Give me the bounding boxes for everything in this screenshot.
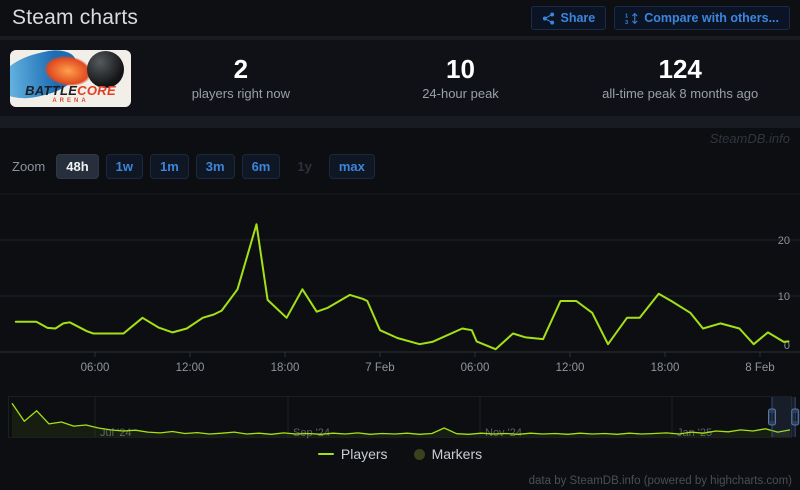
compare-button[interactable]: 1 3 Compare with others... [614,6,790,30]
legend-label: Markers [431,446,483,462]
steamdb-watermark: SteamDB.info [709,131,790,146]
players-line-swatch [317,453,334,455]
stat-value: 124 [658,54,702,85]
zoom-button-3m[interactable]: 3m [195,154,235,179]
share-button[interactable]: Share [530,6,607,30]
legend-label: Players [340,446,388,462]
zoom-button-max[interactable]: max [328,154,375,179]
header-actions: Share 1 3 Compare with others... [530,6,790,30]
legend-item-players[interactable]: Players [317,446,388,462]
svg-text:12:00: 12:00 [556,362,585,374]
markers-dot-swatch [413,448,425,460]
svg-text:18:00: 18:00 [271,362,300,374]
zoom-button-1w[interactable]: 1w [105,154,143,179]
stat-value: 2 [233,54,249,85]
stat-alltime-peak: 124 all-time peak 8 months ago [570,54,790,101]
zoom-button-1m[interactable]: 1m [149,154,189,179]
svg-text:06:00: 06:00 [461,362,490,374]
capsule-game-logo: BATTLECORE [25,82,116,98]
stat-label: 24-hour peak [422,85,499,101]
stat-value: 10 [446,54,475,85]
share-button-label: Share [560,11,596,25]
zoom-label: Zoom [12,159,46,174]
svg-text:10: 10 [778,291,790,303]
zoom-button-6m[interactable]: 6m [241,154,281,179]
compare-icon: 1 3 [625,12,638,25]
stat-24h-peak: 10 24-hour peak [351,54,571,101]
navigator-handle-left[interactable] [768,408,776,426]
svg-text:8 Feb: 8 Feb [745,362,774,374]
share-icon [542,11,554,25]
svg-text:06:00: 06:00 [81,362,110,374]
game-capsule-image[interactable]: BATTLECORE ARENA [10,49,131,107]
chart-panel: SteamDB.info Zoom 48h 1w 1m 3m 6m 1y max… [0,128,800,490]
stat-label: players right now [191,85,290,101]
zoom-button-48h[interactable]: 48h [56,154,99,179]
players-line-chart[interactable]: 0102006:00 12:00 18:00 7 Feb 06:00 12:00 18:00… [0,185,800,385]
zoom-controls: Zoom 48h 1w 1m 3m 6m 1y max [12,154,375,179]
svg-text:3: 3 [625,20,628,25]
stats-bar: BATTLECORE ARENA 2 players right now 10 … [0,40,800,116]
svg-text:12:00: 12:00 [176,362,205,374]
legend-item-markers[interactable]: Markers [413,446,483,462]
svg-text:18:00: 18:00 [651,362,680,374]
chart-legend: Players Markers [0,446,800,462]
svg-text:1: 1 [625,13,628,19]
navigator-handle-right[interactable] [791,408,800,426]
page-title: Steam charts [12,6,139,29]
chart-credits: data by SteamDB.info (powered by highcha… [528,475,792,487]
svg-text:Sep '24: Sep '24 [293,427,330,439]
stat-current-players: 2 players right now [131,54,351,101]
zoom-button-1y[interactable]: 1y [287,154,321,179]
svg-text:7 Feb: 7 Feb [365,362,394,374]
compare-button-label: Compare with others... [644,11,779,25]
capsule-game-logo-sub: ARENA [52,97,89,104]
header: Steam charts Share 1 3 Compare with othe… [0,0,800,36]
svg-text:20: 20 [778,235,790,247]
navigator-chart[interactable]: Jul '24Sep '24Nov '24Jan '25 [0,395,800,445]
stat-label: all-time peak 8 months ago [602,85,759,101]
